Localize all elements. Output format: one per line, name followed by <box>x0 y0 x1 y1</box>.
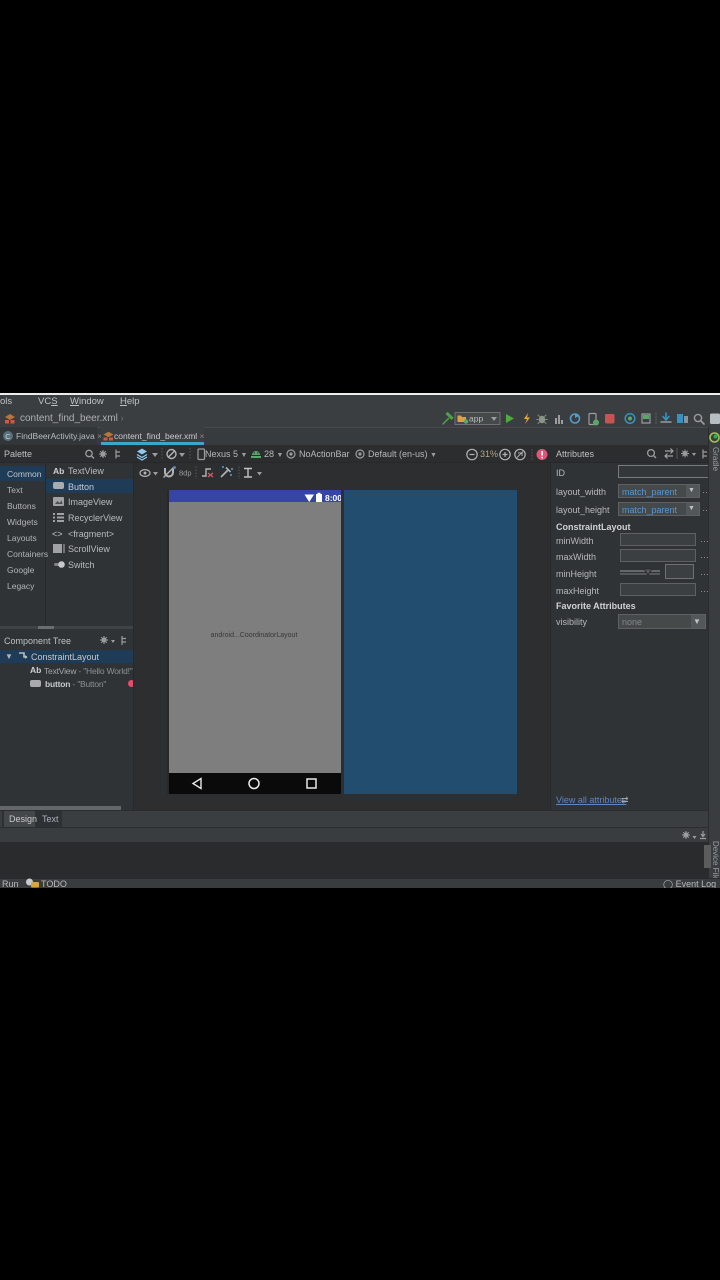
svg-text:8:00: 8:00 <box>325 493 341 503</box>
svg-text:8dp: 8dp <box>179 469 192 478</box>
svg-text:C: C <box>5 432 11 441</box>
svg-text:app: app <box>469 414 483 424</box>
